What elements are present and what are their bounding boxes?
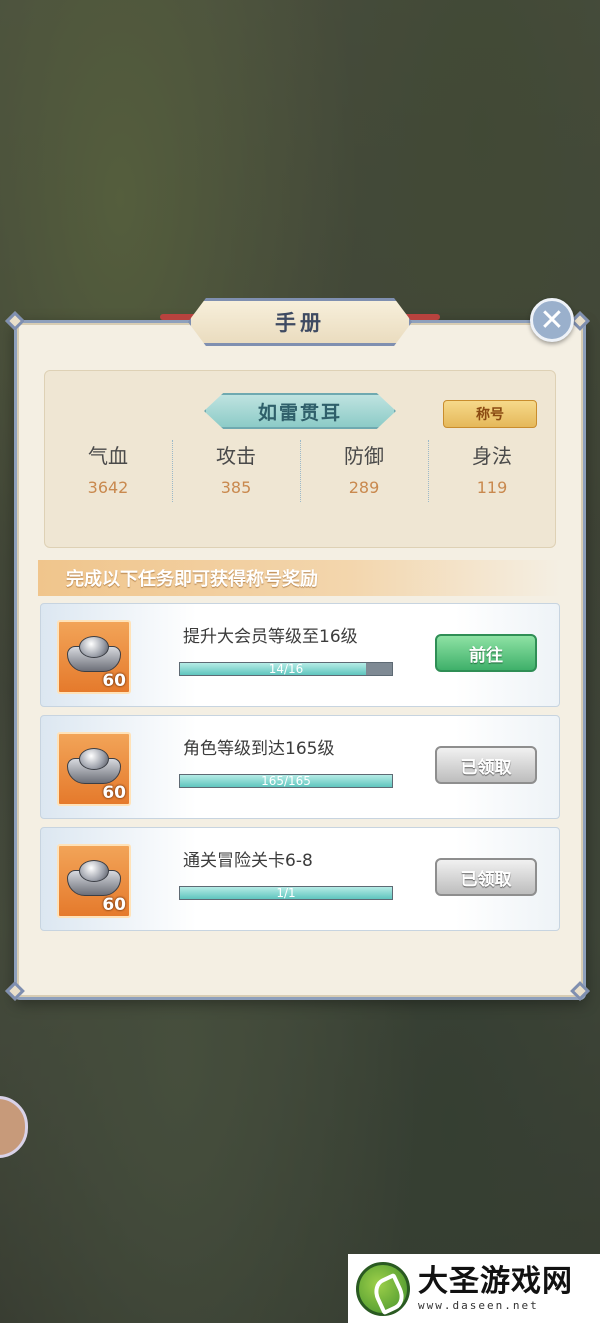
- task-description: 通关冒险关卡6-8: [183, 851, 313, 871]
- reward-quantity: 60: [102, 671, 126, 691]
- go-button[interactable]: 前往: [435, 634, 537, 672]
- claimed-button[interactable]: 已领取: [435, 858, 537, 896]
- task-row: 60 提升大会员等级至16级 14/16 前往: [40, 603, 560, 707]
- stat-value: 119: [476, 478, 508, 497]
- stat-label: 身法: [472, 444, 512, 468]
- site-name: 大圣游戏网: [418, 1264, 573, 1299]
- stat-value: 3642: [87, 478, 129, 497]
- reward-item[interactable]: 60: [57, 844, 131, 918]
- panel-title-plate: 手册: [188, 298, 412, 346]
- task-description: 角色等级到达165级: [183, 739, 335, 759]
- title-name-badge: 如雷贯耳: [204, 393, 396, 429]
- silver-ingot-icon: [67, 858, 121, 896]
- silver-ingot-icon: [67, 634, 121, 672]
- progress-text: 14/16: [268, 662, 304, 676]
- progress-text: 1/1: [276, 886, 296, 900]
- panel-title: 手册: [275, 311, 325, 335]
- rank-tag-label: 称号: [476, 407, 504, 423]
- task-header-text: 完成以下任务即可获得称号奖励: [66, 569, 318, 590]
- stat-hp: 气血 3642: [44, 440, 172, 497]
- site-logo-icon: [356, 1261, 410, 1316]
- stat-agility: 身法 119: [428, 440, 556, 497]
- title-name: 如雷贯耳: [257, 401, 342, 424]
- task-progress-bar: 14/16: [179, 662, 393, 676]
- reward-quantity: 60: [102, 895, 126, 915]
- stat-value: 385: [220, 478, 252, 497]
- site-watermark: 大圣游戏网 www.daseen.net: [348, 1254, 600, 1323]
- progress-text: 165/165: [261, 774, 311, 788]
- close-icon: ✕: [539, 302, 565, 338]
- silver-ingot-icon: [67, 746, 121, 784]
- reward-quantity: 60: [102, 783, 126, 803]
- stat-label: 防御: [344, 444, 384, 468]
- stat-value: 289: [348, 478, 380, 497]
- stat-defense: 防御 289: [300, 440, 428, 497]
- site-url: www.daseen.net: [418, 1299, 539, 1312]
- close-button[interactable]: ✕: [530, 298, 574, 342]
- task-description: 提升大会员等级至16级: [183, 627, 358, 647]
- stat-label: 气血: [88, 444, 128, 468]
- stat-label: 攻击: [216, 444, 256, 468]
- task-row: 60 角色等级到达165级 165/165 已领取: [40, 715, 560, 819]
- reward-item[interactable]: 60: [57, 620, 131, 694]
- stat-attack: 攻击 385: [172, 440, 300, 497]
- claimed-button[interactable]: 已领取: [435, 746, 537, 784]
- task-progress-bar: 1/1: [179, 886, 393, 900]
- reward-item[interactable]: 60: [57, 732, 131, 806]
- rank-tag[interactable]: 称号: [443, 400, 537, 428]
- task-header: 完成以下任务即可获得称号奖励: [38, 560, 560, 596]
- task-row: 60 通关冒险关卡6-8 1/1 已领取: [40, 827, 560, 931]
- task-progress-bar: 165/165: [179, 774, 393, 788]
